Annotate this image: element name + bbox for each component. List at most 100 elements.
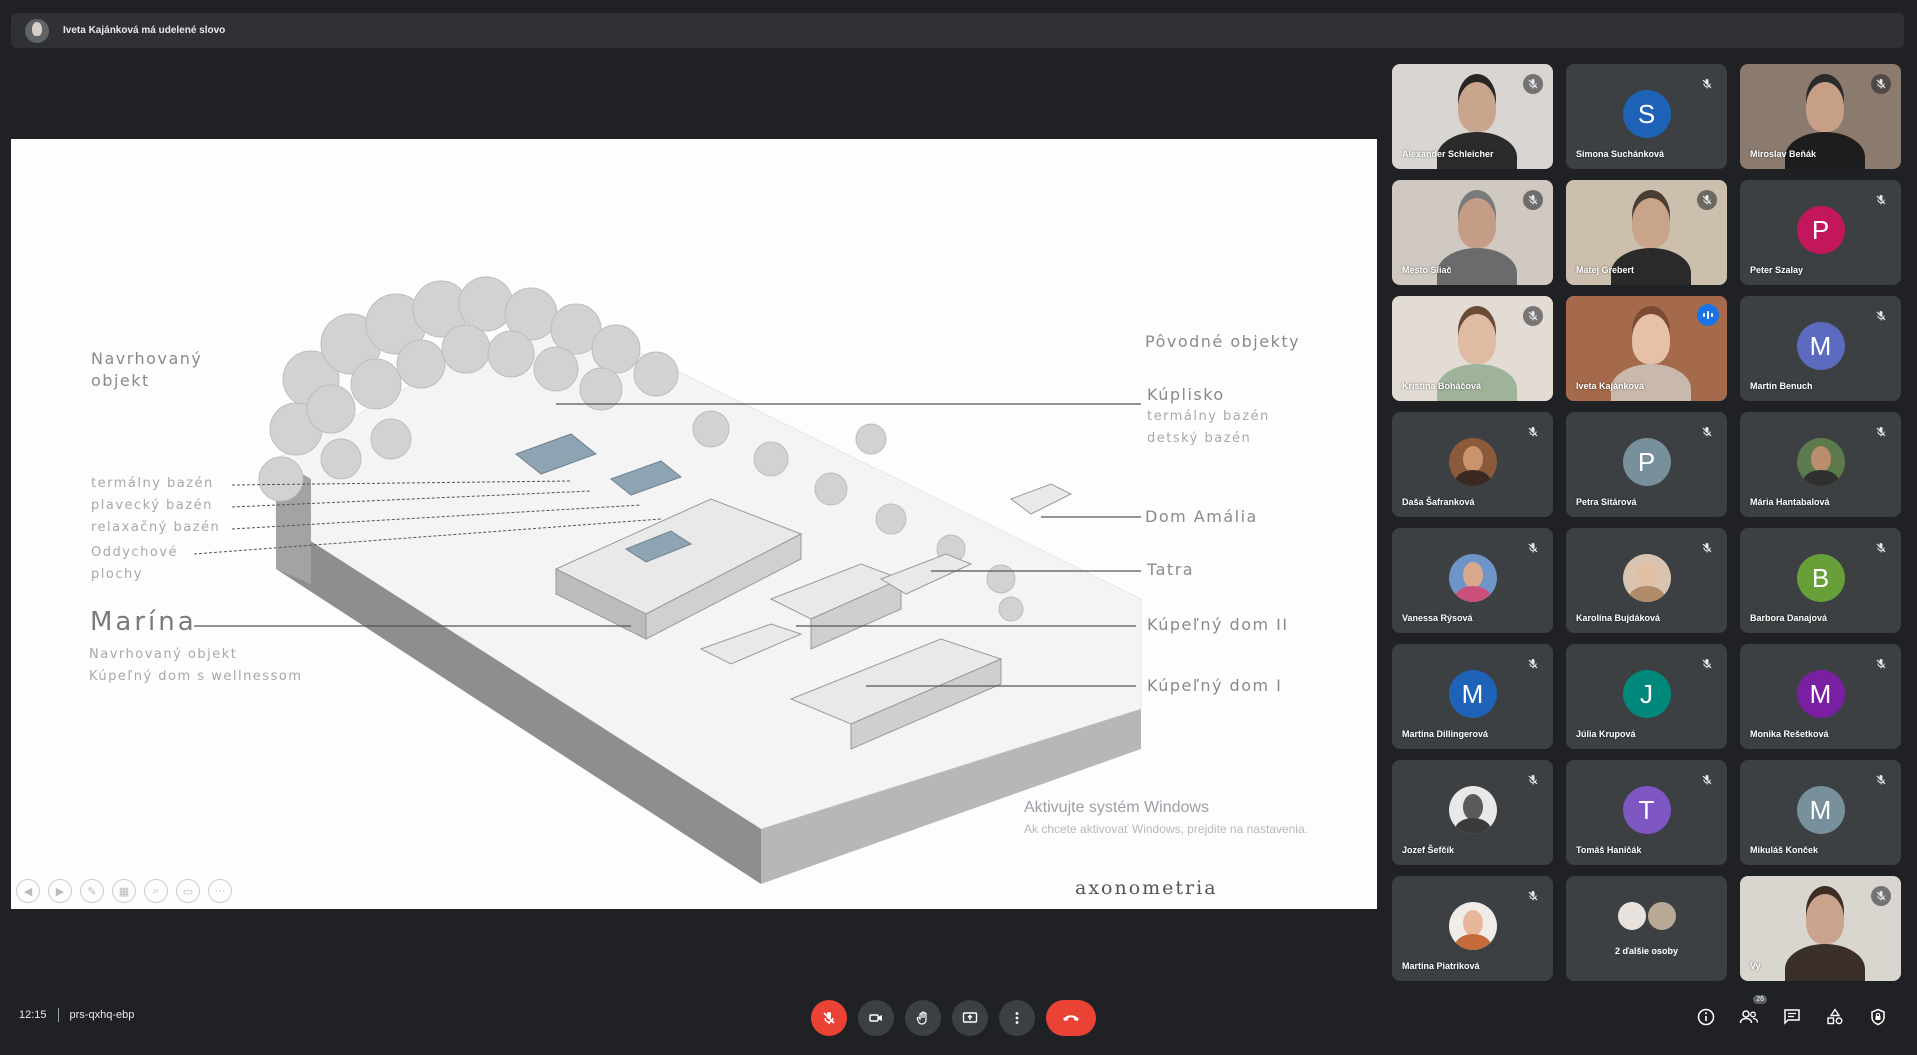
participant-name: Barbora Danajová [1750, 613, 1828, 623]
letter-avatar: J [1622, 670, 1671, 718]
mic-off-icon [1697, 422, 1717, 442]
participant-tile[interactable]: T Tomáš Haničák [1566, 760, 1727, 865]
meeting-code: prs-qxhq-ebp [69, 1009, 135, 1021]
activities-button[interactable] [1821, 1003, 1849, 1031]
present-screen-button[interactable] [952, 1000, 988, 1036]
mic-off-icon [1523, 422, 1543, 442]
participant-tile[interactable]: Vy [1740, 876, 1901, 981]
camera-icon [869, 1014, 882, 1022]
label-objekt: objekt [91, 371, 150, 390]
people-icon [1739, 1010, 1759, 1024]
participant-tile[interactable]: M Martina Dillingerová [1392, 644, 1553, 749]
participant-tile[interactable]: P Petra Sitárová [1566, 412, 1727, 517]
meeting-time: 12:15 [19, 1009, 47, 1021]
label-kuplisko: Kúplisko [1147, 385, 1225, 404]
label-termalny-bazen: termálny bazén [91, 476, 214, 491]
video-person-head [1458, 198, 1496, 248]
subtitles-icon[interactable]: ▭ [176, 879, 200, 903]
mic-off-icon [1697, 654, 1717, 674]
participant-tile[interactable]: J Júlia Krupová [1566, 644, 1727, 749]
participant-tile[interactable]: Iveta Kajánková [1566, 296, 1727, 401]
hand-icon [916, 1011, 927, 1025]
more-options-button[interactable] [999, 1000, 1035, 1036]
slide-caption: axonometria [1075, 877, 1218, 899]
participant-tile[interactable]: Mesto Sliač [1392, 180, 1553, 285]
next-slide-icon[interactable]: ▶ [48, 879, 72, 903]
label-plochy: plochy [91, 567, 143, 582]
participant-tile[interactable]: M Monika Rešetková [1740, 644, 1901, 749]
camera-button[interactable] [858, 1000, 894, 1036]
hang-up-icon [1063, 1015, 1079, 1021]
participant-tile[interactable]: Martina Piatriková [1392, 876, 1553, 981]
participant-name: Vy [1750, 961, 1761, 971]
participant-tile[interactable]: P Peter Szalay [1740, 180, 1901, 285]
mic-off-icon [1871, 190, 1891, 210]
participant-name: Júlia Krupová [1576, 729, 1636, 739]
letter-avatar: P [1796, 206, 1845, 254]
host-controls-button[interactable] [1864, 1003, 1892, 1031]
letter-avatar: B [1796, 554, 1845, 602]
participant-tile[interactable]: B Barbora Danajová [1740, 528, 1901, 633]
label-kupelny-dom-1: Kúpeľný dom I [1147, 676, 1283, 695]
label-marina-sub2: Kúpeľný dom s wellnessom [89, 669, 303, 684]
banner-text: Iveta Kajánková má udelené slovo [63, 25, 226, 36]
people-button[interactable]: 26 [1735, 995, 1767, 1031]
participant-name: Tomáš Haničák [1576, 845, 1642, 855]
label-marina: Marína [90, 607, 197, 637]
mic-off-icon [1523, 74, 1543, 94]
participant-tile[interactable]: Mária Hantabalová [1740, 412, 1901, 517]
participant-tile[interactable]: S Simona Suchánková [1566, 64, 1727, 169]
participant-tile[interactable]: Miroslav Beňák [1740, 64, 1901, 169]
raise-hand-button[interactable] [905, 1000, 941, 1036]
label-marina-sub1: Navrhovaný objekt [89, 647, 238, 662]
photo-avatar [1448, 554, 1497, 602]
participant-tile[interactable]: Matej Grebert [1566, 180, 1727, 285]
participant-tile[interactable]: Daša Šafranková [1392, 412, 1553, 517]
prev-slide-icon[interactable]: ◀ [16, 879, 40, 903]
shield-lock-icon [1871, 1008, 1885, 1026]
participant-count-badge: 26 [1753, 995, 1767, 1004]
participant-name: Vanessa Rýsová [1402, 613, 1473, 623]
speaker-banner: Iveta Kajánková má udelené slovo [11, 13, 1904, 48]
mic-off-icon [1871, 74, 1891, 94]
speaking-indicator-icon [1697, 304, 1719, 326]
info-icon [1697, 1008, 1715, 1026]
microphone-button[interactable] [811, 1000, 847, 1036]
participant-name: Martina Dillingerová [1402, 729, 1489, 739]
chat-button[interactable] [1778, 1003, 1806, 1031]
participant-name: Peter Szalay [1750, 265, 1804, 275]
participant-tile[interactable]: 2 ďalšie osoby [1566, 876, 1727, 981]
participant-name: Karolína Bujdáková [1576, 613, 1661, 623]
pen-icon[interactable]: ✎ [80, 879, 104, 903]
participant-name: Simona Suchánková [1576, 149, 1665, 159]
video-person-head [1458, 82, 1496, 132]
participant-tile[interactable]: Jozef Šefčík [1392, 760, 1553, 865]
participant-name: Mária Hantabalová [1750, 497, 1830, 507]
letter-avatar: P [1622, 438, 1671, 486]
zoom-icon[interactable]: ⌕ [144, 879, 168, 903]
participant-tile[interactable]: M Mikuláš Konček [1740, 760, 1901, 865]
participant-tile[interactable]: M Martin Benuch [1740, 296, 1901, 401]
participant-name: Alexander Schleicher [1402, 149, 1494, 159]
meeting-info-divider [57, 1008, 59, 1022]
participant-name: Mikuláš Konček [1750, 845, 1819, 855]
slides-icon[interactable]: ▦ [112, 879, 136, 903]
presentation-slide[interactable]: Navrhovaný objekt termálny bazén plaveck… [11, 139, 1377, 909]
label-relaxacny-bazen: relaxačný bazén [91, 520, 221, 535]
label-navrhovany: Navrhovaný [91, 349, 203, 368]
meeting-details-button[interactable] [1692, 1003, 1720, 1031]
mic-off-icon [1697, 74, 1717, 94]
chat-icon [1784, 1009, 1800, 1025]
participant-tile[interactable]: Vanessa Rýsová [1392, 528, 1553, 633]
participant-tile[interactable]: Karolína Bujdáková [1566, 528, 1727, 633]
mic-off-icon [1871, 538, 1891, 558]
leave-call-button[interactable] [1046, 1000, 1096, 1036]
participant-name: Kristína Boháčová [1402, 381, 1482, 391]
more-options-icon[interactable]: ··· [208, 879, 232, 903]
mic-off-icon [1523, 654, 1543, 674]
participant-tile[interactable]: Alexander Schleicher [1392, 64, 1553, 169]
label-plavecky-bazen: plavecký bazén [91, 498, 213, 513]
participant-tile[interactable]: Kristína Boháčová [1392, 296, 1553, 401]
participant-name: Martina Piatriková [1402, 961, 1480, 971]
participant-name: Iveta Kajánková [1576, 381, 1645, 391]
